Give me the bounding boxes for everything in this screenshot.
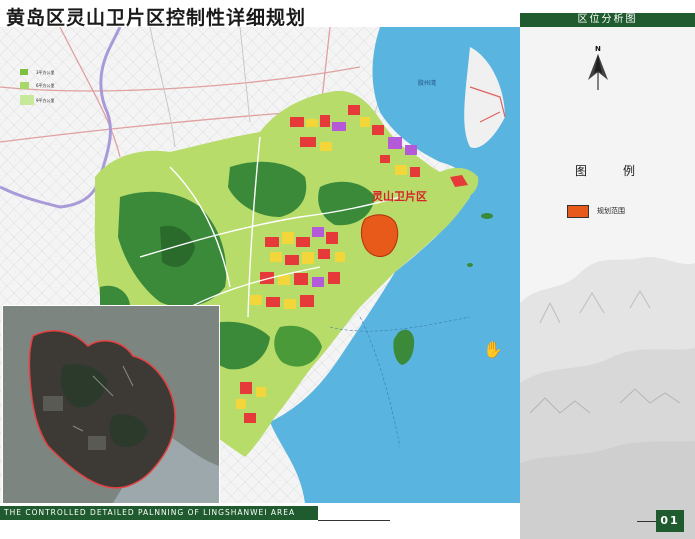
north-arrow: N — [584, 44, 612, 94]
key-label-3: 9平方公里 — [36, 97, 55, 103]
page-title: 黄岛区灵山卫片区控制性详细规划 — [6, 7, 307, 29]
panel-header: 区位分析图 — [520, 13, 695, 27]
sea-label: 胶州湾 — [418, 79, 436, 87]
key-label-1: 3平方公里 — [36, 69, 55, 75]
legend-label-planning-area: 规划范围 — [597, 207, 625, 215]
hand-cursor-icon: ✋ — [483, 340, 503, 359]
legend-swatch-planning-area — [567, 205, 589, 218]
map-key: 3平方公里 6平方公里 9平方公里 — [20, 69, 55, 105]
footer-subtitle: THE CONTROLLED DETAILED PALNNING OF LING… — [0, 506, 318, 520]
footer-divider — [318, 520, 390, 521]
regional-map[interactable]: 3平方公里 6平方公里 9平方公里 胶州湾 — [0, 27, 520, 503]
aerial-photo-inset — [2, 305, 220, 503]
north-label: N — [595, 45, 601, 53]
page-number-divider — [637, 521, 657, 522]
legend-title: 图例 — [575, 164, 672, 178]
landscape-sketch — [520, 256, 695, 539]
page-number: 01 — [656, 510, 684, 532]
planning-site — [360, 214, 399, 257]
key-label-2: 6平方公里 — [36, 82, 55, 88]
site-label: 灵山卫片区 — [372, 190, 427, 203]
